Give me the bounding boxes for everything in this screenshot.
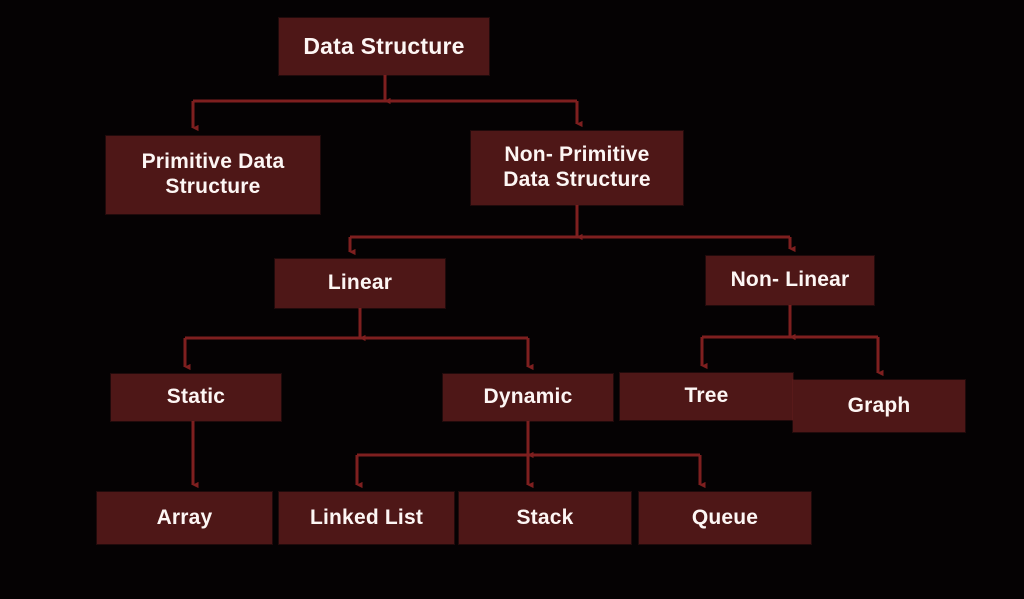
node-label: Queue — [691, 505, 759, 529]
node-linear[interactable]: Linear — [275, 259, 445, 308]
node-primitive[interactable]: Primitive Data Structure — [106, 136, 320, 214]
node-static[interactable]: Static — [111, 374, 281, 421]
node-label: Graph — [847, 393, 911, 417]
node-data-structure[interactable]: Data Structure — [279, 18, 489, 75]
node-queue[interactable]: Queue — [639, 492, 811, 544]
node-label: Non- Linear — [730, 268, 850, 292]
node-label: Static — [166, 385, 226, 409]
node-non-linear[interactable]: Non- Linear — [706, 256, 874, 305]
node-linked-list[interactable]: Linked List — [279, 492, 454, 544]
node-label: Linear — [327, 271, 393, 295]
node-label: Array — [156, 505, 213, 529]
node-non-primitive[interactable]: Non- Primitive Data Structure — [471, 131, 683, 205]
node-label: Data Structure — [303, 32, 465, 59]
node-dynamic[interactable]: Dynamic — [443, 374, 613, 421]
node-label: Dynamic — [483, 385, 573, 409]
node-label: Primitive Data Structure — [141, 150, 285, 198]
node-graph[interactable]: Graph — [793, 380, 965, 432]
node-label: Tree — [684, 384, 729, 408]
node-array[interactable]: Array — [97, 492, 272, 544]
node-label: Linked List — [309, 505, 424, 529]
node-stack[interactable]: Stack — [459, 492, 631, 544]
node-label: Stack — [516, 505, 574, 529]
node-label: Non- Primitive Data Structure — [503, 143, 651, 191]
diagram-canvas: Data Structure Primitive Data Structure No… — [0, 0, 1024, 599]
node-tree[interactable]: Tree — [620, 373, 793, 420]
